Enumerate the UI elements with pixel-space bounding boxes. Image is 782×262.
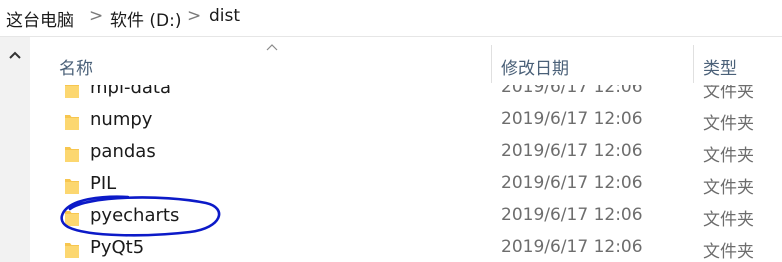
file-date: 2019/6/17 12:06 [501,141,643,161]
file-name: PyQt5 [90,237,145,258]
header-background [30,37,782,85]
file-type: 文件夹 [703,178,754,198]
file-name: PIL [90,173,117,194]
file-name: numpy [90,109,153,130]
folder-icon [65,179,79,194]
list-item[interactable]: PyQt5 2019/6/17 12:06 文件夹 [30,233,782,262]
file-type: 文件夹 [703,146,754,166]
folder-icon [65,243,79,258]
file-date: 2019/6/17 12:06 [501,205,643,225]
list-item[interactable]: PIL 2019/6/17 12:06 文件夹 [30,169,782,201]
folder-icon [65,211,79,226]
column-header-type[interactable]: 类型 [703,54,737,79]
list-item[interactable]: pandas 2019/6/17 12:06 文件夹 [30,137,782,169]
file-date: 2019/6/17 12:06 [501,173,643,193]
list-item[interactable]: pyecharts 2019/6/17 12:06 文件夹 [30,201,782,233]
breadcrumb-item-drive[interactable]: 软件 (D:) [110,6,182,31]
breadcrumb-item-this-pc[interactable]: 这台电脑 [6,6,74,31]
file-type: 文件夹 [703,210,754,230]
chevron-up-icon[interactable] [8,48,22,62]
sort-ascending-icon [266,44,278,51]
breadcrumb-separator[interactable]: > [187,6,201,26]
column-header-date[interactable]: 修改日期 [501,54,569,79]
folder-icon [65,147,79,162]
file-type: 文件夹 [703,242,754,262]
column-divider[interactable] [693,45,694,83]
column-divider[interactable] [491,45,492,83]
list-item[interactable]: numpy 2019/6/17 12:06 文件夹 [30,105,782,137]
breadcrumb-item-dist[interactable]: dist [209,6,240,26]
file-date: 2019/6/17 12:06 [501,237,643,257]
breadcrumb: 这台电脑 > 软件 (D:) > dist [0,0,782,37]
file-date: 2019/6/17 12:06 [501,109,643,129]
vertical-scrollbar[interactable] [0,37,30,262]
file-type: 文件夹 [703,114,754,134]
file-name: pandas [90,141,156,162]
column-header-bar: 名称 修改日期 类型 [30,37,782,85]
breadcrumb-separator[interactable]: > [89,6,103,26]
folder-icon [65,115,79,130]
file-name: pyecharts [90,205,180,226]
column-header-name[interactable]: 名称 [59,54,93,79]
